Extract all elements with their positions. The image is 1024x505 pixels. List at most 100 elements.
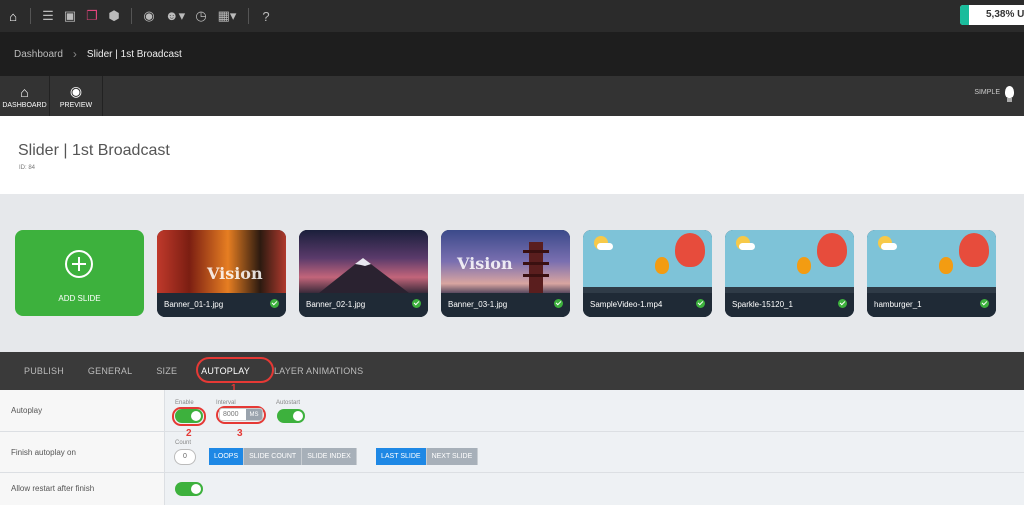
setting-label: Allow restart after finish [11, 484, 95, 493]
cube-icon[interactable]: ⬢ [103, 0, 125, 32]
slide-name: Banner_02-1.jpg [306, 300, 366, 309]
eye-icon[interactable]: ◉ [138, 0, 160, 32]
loops-option[interactable]: LOOPS [209, 448, 245, 465]
balloon-icon [675, 233, 705, 267]
setting-label: Finish autoplay on [11, 448, 76, 457]
slide-card[interactable]: SampleVideo-1.mp4 [583, 230, 712, 317]
dashboard-button[interactable]: ⌂ DASHBOARD [0, 76, 50, 116]
clock-icon[interactable]: ◷ [190, 0, 212, 32]
usage-label: 5,38% Us [986, 9, 1024, 20]
chevron-right-icon: › [72, 47, 77, 61]
slide-thumbnail [299, 230, 428, 293]
slide-card[interactable]: Vision Banner_01-1.jpg [157, 230, 286, 317]
balloon-icon [939, 257, 953, 274]
usage-meter: 5,38% Us [960, 5, 1024, 25]
slide-card[interactable]: Sparkle-15120_1 [725, 230, 854, 317]
annotation-ring [196, 357, 274, 383]
toolbar-divider [248, 8, 249, 24]
setting-label-cell: Autoplay [0, 390, 165, 431]
slide-thumbnail: Vision [157, 230, 286, 293]
home-icon[interactable]: ⌂ [2, 0, 24, 32]
slide-card[interactable]: Vision Banner_03-1.jpg [441, 230, 570, 317]
slide-thumbnail [867, 230, 996, 293]
tab-layer-animations[interactable]: LAYER ANIMATIONS [262, 366, 375, 376]
add-slide-label: ADD SLIDE [58, 294, 101, 303]
interval-unit: MS [246, 409, 262, 420]
count-input[interactable]: 0 [174, 449, 196, 465]
grid-icon[interactable]: ▦▾ [212, 0, 242, 32]
enable-label: Enable [175, 400, 194, 406]
watermark-logo: Vision [207, 264, 263, 283]
slide-caption: Sparkle-15120_1 [725, 293, 854, 317]
breadcrumb-dashboard-link[interactable]: Dashboard [14, 49, 63, 60]
slide-name: Banner_01-1.jpg [164, 300, 224, 309]
home-icon: ⌂ [20, 83, 29, 100]
next-slide-option[interactable]: NEXT SLIDE [426, 448, 479, 465]
slide-card[interactable]: hamburger_1 [867, 230, 996, 317]
finish-mode-group: LOOPS SLIDE COUNT SLIDE INDEX [209, 448, 357, 465]
slide-card[interactable]: Banner_02-1.jpg [299, 230, 428, 317]
slide-caption: SampleVideo-1.mp4 [583, 293, 712, 317]
check-circle-icon [554, 299, 563, 308]
check-circle-icon [412, 299, 421, 308]
slide-count-option[interactable]: SLIDE COUNT [244, 448, 303, 465]
breadcrumb-current: Slider | 1st Broadcast [86, 48, 182, 60]
autostart-toggle[interactable] [277, 409, 305, 423]
add-slide-button[interactable]: ADD SLIDE [15, 230, 144, 316]
slide-index-option[interactable]: SLIDE INDEX [302, 448, 357, 465]
slides-panel: ADD SLIDE Vision Banner_01-1.jpg Banner_… [0, 194, 1024, 352]
cloud-icon [881, 243, 897, 250]
slide-caption: hamburger_1 [867, 293, 996, 317]
setting-label-cell: Allow restart after finish [0, 473, 165, 505]
simple-mode-toggle[interactable]: SIMPLE [974, 86, 1014, 102]
slider-id: ID: 84 [19, 165, 36, 171]
setting-row-finish: Finish autoplay on Count 0 LOOPS SLIDE C… [0, 432, 1024, 473]
finish-target-group: LAST SLIDE NEXT SLIDE [376, 448, 479, 465]
pagoda-graphic [523, 242, 549, 293]
slide-name: hamburger_1 [874, 300, 922, 309]
interval-input[interactable]: 8000 MS [219, 408, 263, 421]
list-icon[interactable]: ☰ [37, 0, 59, 32]
allow-restart-toggle[interactable] [175, 482, 203, 496]
image-icon[interactable]: ▣ [59, 0, 81, 32]
autostart-label: Autostart [276, 400, 301, 406]
preview-button-label: PREVIEW [59, 102, 93, 109]
usage-fill [960, 5, 969, 25]
setting-row-restart: Allow restart after finish [0, 473, 1024, 505]
tab-publish[interactable]: PUBLISH [12, 366, 76, 376]
check-circle-icon [270, 299, 279, 308]
simple-mode-label: SIMPLE [974, 88, 1000, 96]
page-title: Slider | 1st Broadcast [18, 142, 170, 159]
balloon-icon [655, 257, 669, 274]
icon-bar: ⌂ DASHBOARD ◉ PREVIEW SIMPLE [0, 76, 1024, 116]
slide-name: Banner_03-1.jpg [448, 300, 508, 309]
slide-name: Sparkle-15120_1 [732, 300, 793, 309]
breadcrumb: Dashboard › Slider | 1st Broadcast [0, 32, 1024, 76]
preview-button[interactable]: ◉ PREVIEW [50, 76, 103, 116]
cloud-icon [597, 243, 613, 250]
mountain-graphic [319, 258, 409, 293]
last-slide-option[interactable]: LAST SLIDE [376, 448, 427, 465]
cloud-icon [739, 243, 755, 250]
plus-circle-icon [65, 250, 93, 278]
check-circle-icon [696, 299, 705, 308]
setting-row-autoplay: Autoplay Enable 2 Interval 8000 MS 3 Aut… [0, 390, 1024, 439]
slide-name: SampleVideo-1.mp4 [590, 300, 663, 309]
balloon-icon [797, 257, 811, 274]
lightbulb-icon [1005, 86, 1014, 102]
slide-caption: Banner_01-1.jpg [157, 293, 286, 317]
autoplay-enable-toggle[interactable] [175, 409, 203, 423]
slide-thumbnail: Vision [441, 230, 570, 293]
slide-caption: Banner_02-1.jpg [299, 293, 428, 317]
tab-size[interactable]: SIZE [144, 366, 189, 376]
count-label: Count [175, 440, 192, 446]
user-icon[interactable]: ☻▾ [160, 0, 190, 32]
tab-general[interactable]: GENERAL [76, 366, 144, 376]
dashboard-button-label: DASHBOARD [2, 101, 47, 109]
balloon-icon [959, 233, 989, 267]
layers-icon[interactable]: ❐ [81, 0, 103, 32]
help-icon[interactable]: ? [255, 0, 277, 32]
slide-thumbnail [725, 230, 854, 293]
eye-icon: ◉ [69, 83, 83, 99]
top-toolbar: ⌂ ☰ ▣ ❐ ⬢ ◉ ☻▾ ◷ ▦▾ ? 5,38% Us [0, 0, 1024, 32]
